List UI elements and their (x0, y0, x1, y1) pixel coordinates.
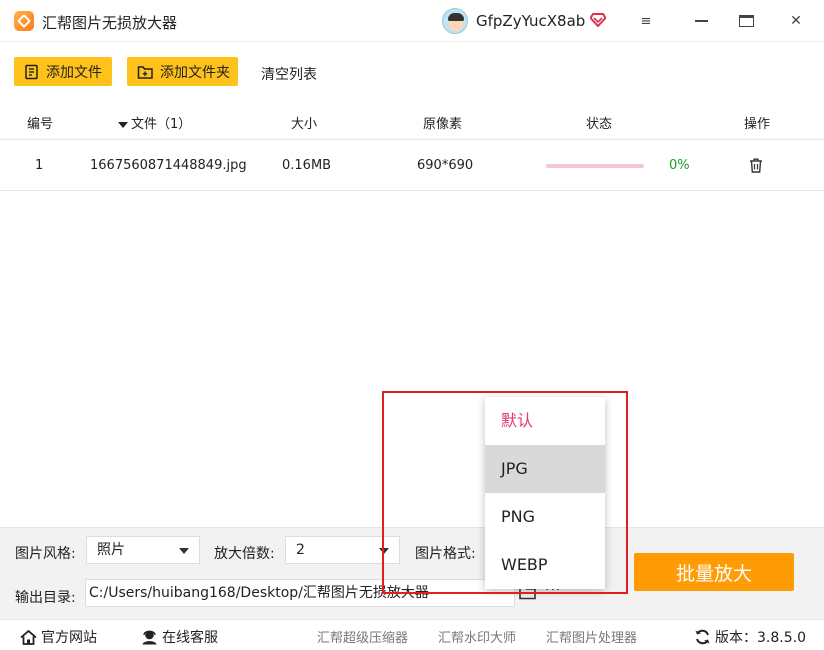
format-option-jpg[interactable]: JPG (485, 445, 605, 493)
row-resolution: 690*690 (417, 158, 474, 173)
link-image-processor[interactable]: 汇帮图片处理器 (546, 627, 637, 646)
trash-icon[interactable] (749, 158, 763, 173)
scale-value: 2 (296, 542, 305, 558)
output-label: 输出目录: (15, 590, 76, 606)
progress-bar (546, 164, 644, 168)
official-site-label: 官方网站 (41, 630, 97, 646)
file-list-icon (25, 64, 38, 79)
settings-panel: 图片风格: 照片 放大倍数: 2 图片格式: 输出目录: C:/Users/hu… (0, 527, 824, 619)
col-action: 操作 (744, 117, 771, 132)
col-status: 状态 (586, 117, 613, 132)
customer-service-icon (142, 630, 157, 645)
app-logo-icon (14, 11, 34, 31)
footer: 官方网站 在线客服 汇帮超级压缩器 汇帮水印大师 汇帮图片处理器 版本：3.8.… (0, 619, 824, 650)
format-option-png[interactable]: PNG (485, 493, 605, 541)
user-avatar[interactable] (442, 8, 468, 34)
link-watermark[interactable]: 汇帮水印大师 (438, 627, 516, 646)
add-folder-button[interactable]: 添加文件夹 (127, 57, 238, 86)
vip-diamond-icon[interactable] (590, 13, 606, 27)
clear-list-button[interactable]: 清空列表 (261, 64, 317, 84)
refresh-icon (695, 629, 710, 645)
sort-down-icon (118, 121, 128, 128)
col-file[interactable]: 文件（1） (118, 113, 191, 132)
table-row[interactable]: 1 1667560871448849.jpg 0.16MB 690*690 0% (0, 141, 824, 191)
link-compressor[interactable]: 汇帮超级压缩器 (317, 627, 408, 646)
title-bar: 汇帮图片无损放大器 GfpZyYucX8ab ≡ ✕ (0, 0, 824, 42)
home-icon (20, 629, 37, 645)
online-service-label: 在线客服 (162, 630, 218, 646)
add-file-button[interactable]: 添加文件 (14, 57, 112, 86)
style-label: 图片风格: (15, 546, 76, 562)
minimize-icon[interactable] (690, 10, 712, 32)
row-filename: 1667560871448849.jpg (90, 158, 247, 173)
batch-enlarge-button[interactable]: 批量放大 (634, 553, 794, 591)
progress-percent: 0% (669, 158, 690, 173)
toolbar: 添加文件 添加文件夹 清空列表 (0, 42, 824, 100)
version-info: 版本：3.8.5.0 (694, 627, 806, 647)
col-size: 大小 (291, 117, 318, 132)
scale-select[interactable]: 2 (285, 536, 400, 564)
format-option-default[interactable]: 默认 (485, 397, 605, 445)
col-index: 编号 (27, 117, 54, 132)
close-icon[interactable]: ✕ (785, 10, 807, 32)
table-header: 编号 文件（1） 大小 原像素 状态 操作 (0, 100, 824, 140)
output-path-input[interactable]: C:/Users/huibang168/Desktop/汇帮图片无损放大器 (85, 579, 515, 607)
official-site-link[interactable]: 官方网站 (20, 627, 97, 647)
chevron-down-icon (379, 548, 389, 554)
style-value: 照片 (97, 542, 125, 558)
format-dropdown[interactable]: 默认 JPG PNG WEBP (485, 397, 605, 589)
maximize-icon[interactable] (735, 10, 757, 32)
online-service-link[interactable]: 在线客服 (141, 627, 218, 647)
format-option-webp[interactable]: WEBP (485, 541, 605, 589)
add-folder-label: 添加文件夹 (160, 64, 230, 81)
col-file-label: 文件（1） (131, 117, 192, 132)
folder-add-icon (137, 65, 153, 79)
chevron-down-icon (179, 548, 189, 554)
username[interactable]: GfpZyYucX8ab (476, 12, 585, 30)
add-file-label: 添加文件 (46, 64, 102, 81)
col-resolution: 原像素 (423, 117, 463, 132)
menu-icon[interactable]: ≡ (635, 10, 657, 32)
version-label: 版本：3.8.5.0 (715, 630, 806, 646)
style-select[interactable]: 照片 (86, 536, 200, 564)
format-label: 图片格式: (415, 546, 476, 562)
app-title: 汇帮图片无损放大器 (42, 14, 178, 32)
row-index: 1 (35, 158, 44, 173)
row-size: 0.16MB (282, 158, 332, 173)
scale-label: 放大倍数: (214, 546, 275, 562)
